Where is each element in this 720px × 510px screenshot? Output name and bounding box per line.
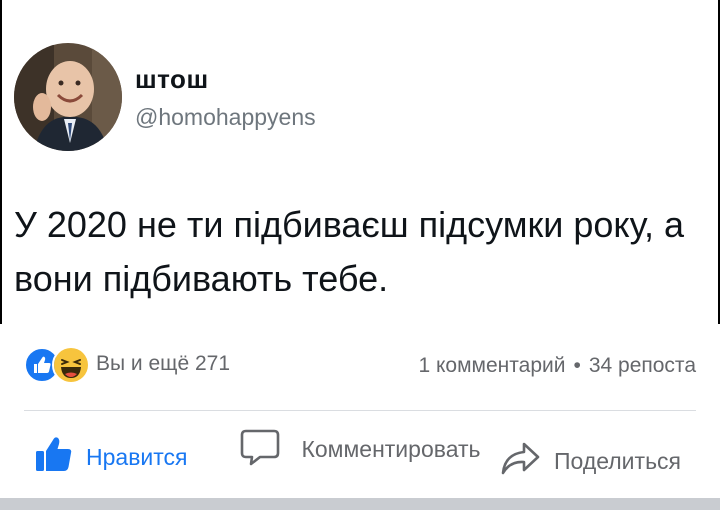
tweet-text: У 2020 не ти підбиваєш підсумки року, а …: [14, 204, 685, 299]
post-stats: 1 комментарий • 34 репоста: [418, 354, 696, 378]
comment-button-label: Комментировать: [301, 436, 481, 462]
reactions-summary[interactable]: Вы и ещё 271: [24, 346, 231, 384]
comment-button[interactable]: Комментировать: [240, 425, 486, 473]
stats-separator: •: [573, 354, 581, 377]
reaction-count: Вы и ещё 271: [96, 352, 231, 375]
divider: [24, 410, 696, 411]
like-button[interactable]: Нравится: [34, 434, 188, 480]
share-arrow-icon: [500, 440, 540, 482]
share-button-label: Поделиться: [554, 447, 682, 474]
image-border-left: [0, 0, 2, 324]
like-button-label: Нравится: [86, 443, 188, 470]
comments-count-link[interactable]: 1 комментарий: [418, 354, 565, 378]
feed-separator-bar: [0, 498, 720, 510]
thumbs-up-icon: [34, 434, 74, 480]
shares-count-link[interactable]: 34 репоста: [589, 354, 696, 378]
facebook-post: штош @homohappyens У 2020 не ти підбиває…: [0, 0, 720, 510]
tweet-author-handle: @homohappyens: [135, 104, 316, 130]
haha-icon: [52, 346, 90, 384]
tweet-screenshot-image: штош @homohappyens У 2020 не ти підбиває…: [0, 0, 720, 324]
comment-bubble-icon: [240, 425, 280, 473]
share-button[interactable]: Поделиться: [500, 440, 681, 482]
tweet-author-name: штош: [135, 64, 209, 94]
tweet-avatar: [14, 43, 122, 151]
reaction-icons: [24, 346, 90, 384]
